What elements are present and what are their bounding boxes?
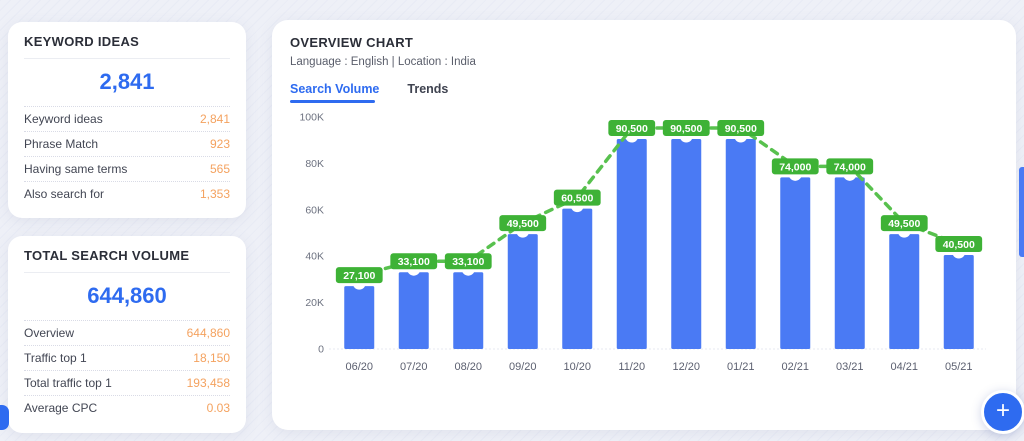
bar-value-label: 90,500 [616,123,648,135]
bar-12/20[interactable] [671,139,701,349]
x-tick-10/20: 10/20 [563,361,591,373]
stat-label: Phrase Match [24,137,98,151]
total-search-volume-card: TOTAL SEARCH VOLUME 644,860 Overview 644… [8,236,246,433]
total-search-volume-total: 644,860 [24,273,230,320]
y-tick-100K: 100K [299,112,324,124]
stat-row-overview[interactable]: Overview 644,860 [24,320,230,345]
trend-dashed-line [359,128,959,275]
x-tick-07/20: 07/20 [400,361,428,373]
y-tick-0: 0 [318,344,324,356]
tab-search-volume[interactable]: Search Volume [290,82,379,103]
bar-value-label: 90,500 [725,123,757,135]
stat-label: Having same terms [24,162,127,176]
stat-value: 923 [210,137,230,151]
stat-row-traffic-top-1[interactable]: Traffic top 1 18,150 [24,345,230,370]
stat-label: Overview [24,326,74,340]
total-search-volume-title: TOTAL SEARCH VOLUME [24,248,230,273]
x-tick-05/21: 05/21 [945,361,973,373]
bar-value-label: 40,500 [943,239,975,251]
bar-value-label: 74,000 [834,161,866,173]
bar-value-label: 33,100 [452,256,484,268]
stat-value: 2,841 [200,112,230,126]
stat-value: 644,860 [187,326,230,340]
bar-value-label: 74,000 [779,161,811,173]
x-tick-11/20: 11/20 [618,361,645,373]
y-tick-60K: 60K [305,204,324,216]
stat-row-average-cpc[interactable]: Average CPC 0.03 [24,395,230,420]
bar-11/20[interactable] [617,139,647,349]
y-tick-40K: 40K [305,251,324,263]
x-tick-03/21: 03/21 [836,361,864,373]
x-tick-09/20: 09/20 [509,361,537,373]
bar-value-label: 90,500 [670,123,702,135]
stat-row-having-same-terms[interactable]: Having same terms 565 [24,156,230,181]
keyword-ideas-title: KEYWORD IDEAS [24,34,230,59]
overview-bar-chart: 0 20K 40K 60K 80K 100K 27,100 33,100 33,100 49,50… [290,111,998,384]
right-edge-widget-strip[interactable] [1019,167,1024,257]
stat-value: 193,458 [187,376,230,390]
bar-06/20[interactable] [344,286,374,349]
add-button[interactable]: + [981,390,1024,434]
x-tick-04/21: 04/21 [890,361,918,373]
bar-02/21[interactable] [780,177,810,349]
stat-label: Also search for [24,187,104,201]
bar-value-label: 27,100 [343,270,375,282]
stat-label: Keyword ideas [24,112,103,126]
tab-trends[interactable]: Trends [407,82,448,103]
stat-value: 565 [210,162,230,176]
bar-08/20[interactable] [453,272,483,349]
bar-05/21[interactable] [944,255,974,349]
bar-value-label: 33,100 [398,256,430,268]
x-tick-12/20: 12/20 [672,361,700,373]
bar-09/20[interactable] [508,234,538,349]
bar-value-label: 60,500 [561,193,593,205]
stat-value: 0.03 [207,401,230,415]
stat-label: Average CPC [24,401,97,415]
stat-label: Traffic top 1 [24,351,87,365]
x-tick-02/21: 02/21 [781,361,809,373]
bar-04/21[interactable] [889,234,919,349]
x-tick-06/20: 06/20 [345,361,373,373]
y-tick-80K: 80K [305,158,324,170]
y-tick-20K: 20K [305,297,324,309]
chart-language-location: Language : English | Location : India [290,56,998,68]
bar-value-label: 49,500 [888,218,920,230]
stat-value: 18,150 [193,351,230,365]
bar-07/20[interactable] [399,272,429,349]
bar-01/21[interactable] [726,139,756,349]
bar-10/20[interactable] [562,209,592,349]
stat-row-phrase-match[interactable]: Phrase Match 923 [24,131,230,156]
stat-row-also-search-for[interactable]: Also search for 1,353 [24,181,230,206]
keyword-ideas-total: 2,841 [24,59,230,106]
overview-chart-card: OVERVIEW CHART Language : English | Loca… [272,20,1016,430]
x-tick-01/21: 01/21 [727,361,755,373]
overview-chart-title: OVERVIEW CHART [290,35,998,50]
keyword-ideas-card: KEYWORD IDEAS 2,841 Keyword ideas 2,841 … [8,22,246,218]
bar-value-label: 49,500 [507,218,539,230]
stat-row-total-traffic-top-1[interactable]: Total traffic top 1 193,458 [24,370,230,395]
stat-label: Total traffic top 1 [24,376,112,390]
bar-03/21[interactable] [835,177,865,349]
stat-row-keyword-ideas[interactable]: Keyword ideas 2,841 [24,106,230,131]
stat-value: 1,353 [200,187,230,201]
left-edge-widget-tab[interactable] [0,405,9,430]
chart-tabs: Search Volume Trends [290,82,998,103]
x-tick-08/20: 08/20 [454,361,482,373]
plus-icon: + [996,399,1010,423]
